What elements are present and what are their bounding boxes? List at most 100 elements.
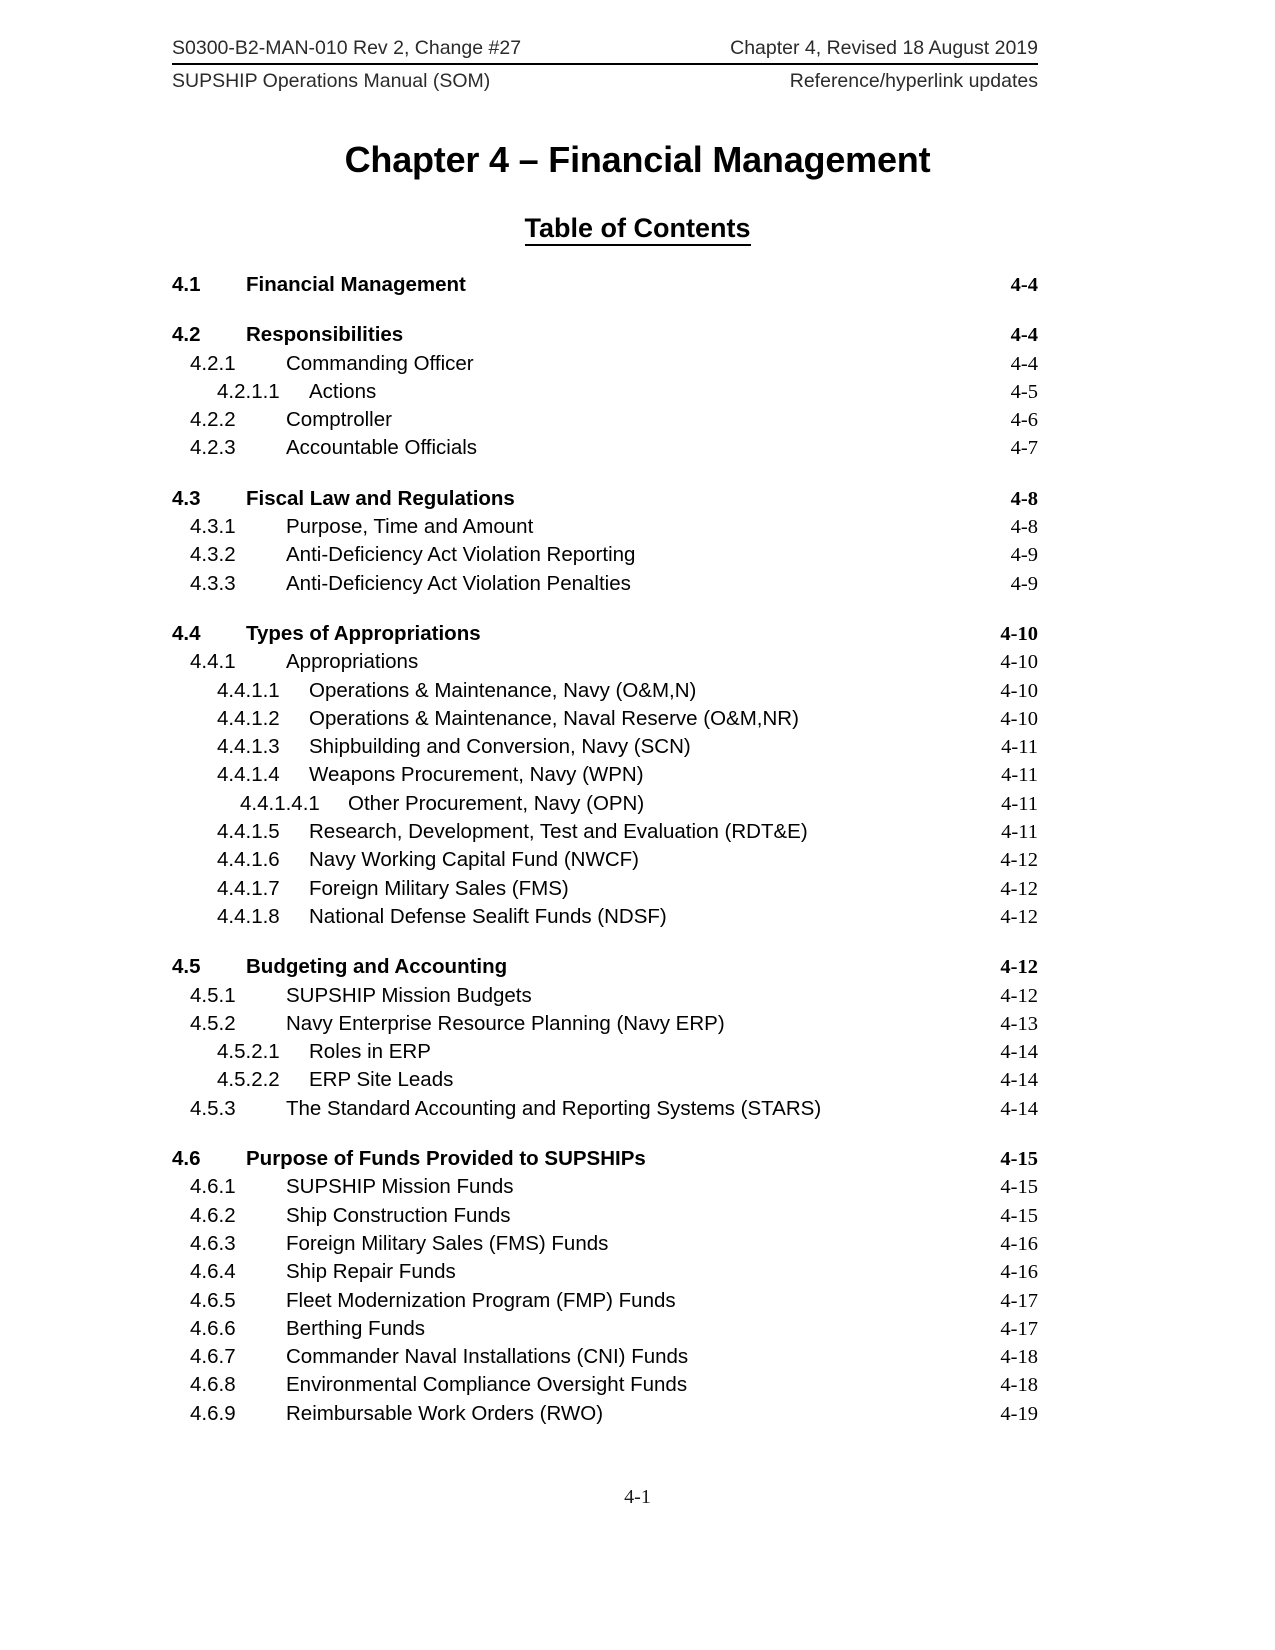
toc-entry[interactable]: 4.5.3 The Standard Accounting and Reporti…	[172, 1095, 1038, 1123]
toc-entry-number: 4.6	[172, 1147, 201, 1171]
toc-entry[interactable]: 4.4.1.1 Operations & Maintenance, Navy (O…	[172, 677, 1038, 705]
toc-entry-label: Accountable Officials	[286, 436, 478, 460]
toc-entry-page: 4-17	[1000, 1289, 1038, 1312]
page-title: Chapter 4 – Financial Management	[344, 139, 931, 180]
toc-entry[interactable]: 4.6.5 Fleet Modernization Program (FMP) F…	[172, 1287, 1038, 1315]
toc-entry-number: 4.2.1	[190, 351, 236, 375]
toc-entry[interactable]: 4.5.1 SUPSHIP Mission Budgets 4-12	[172, 982, 1038, 1010]
toc-entry-number: 4.4.1.4.1	[240, 791, 320, 815]
toc-entry-number: 4.4.1.1	[217, 678, 280, 702]
toc-entry-number: 4.4.1	[190, 650, 236, 674]
toc-entry[interactable]: 4.6.9 Reimbursable Work Orders (RWO) 4-19	[172, 1400, 1038, 1428]
toc-entry-number: 4.4.1.6	[217, 848, 280, 872]
toc-entry[interactable]: 4.4.1.4 Weapons Procurement, Navy (WPN) 4-…	[172, 761, 1038, 789]
toc-entry-page: 4-5	[1010, 380, 1038, 403]
toc-entry-page: 4-11	[1001, 736, 1038, 759]
header-document-id: S0300-B2-MAN-010 Rev 2, Change #27	[172, 37, 522, 59]
toc-entry-page: 4-8	[1010, 487, 1038, 510]
toc-entry-page: 4-4	[1010, 352, 1038, 375]
toc-entry[interactable]: 4.6.7 Commander Naval Installations (CNI)…	[172, 1343, 1038, 1371]
toc-entry-label: Types of Appropriations	[246, 621, 481, 645]
toc-entry[interactable]: 4.4.1.8 National Defense Sealift Funds (N…	[172, 903, 1038, 931]
toc-entry-label: Environmental Compliance Oversight Funds	[286, 1373, 688, 1397]
toc-entry[interactable]: 4.3 Fiscal Law and Regulations 4-8	[172, 485, 1038, 513]
toc-entry-label: Ship Construction Funds	[286, 1203, 511, 1227]
toc-entry[interactable]: 4.4.1.4.1 Other Procurement, Navy (OPN) 4-…	[172, 790, 1038, 818]
toc-entry[interactable]: 4.5 Budgeting and Accounting 4-12	[172, 953, 1038, 981]
toc-entry-number: 4.2.3	[190, 436, 236, 460]
toc-entry-page: 4-19	[1000, 1402, 1038, 1425]
toc-entry[interactable]: 4.6.1 SUPSHIP Mission Funds 4-15	[172, 1173, 1038, 1201]
toc-entry-label: Berthing Funds	[286, 1316, 426, 1340]
toc-entry-label: Weapons Procurement, Navy (WPN)	[309, 763, 644, 787]
toc-entry[interactable]: 4.2 Responsibilities 4-4	[172, 321, 1038, 349]
toc-entry[interactable]: 4.4.1 Appropriations 4-10	[172, 648, 1038, 676]
toc-entry-number: 4.6.6	[190, 1316, 236, 1340]
toc-entry-number: 4.4	[172, 621, 201, 645]
toc-entry-label: Fleet Modernization Program (FMP) Funds	[286, 1288, 676, 1312]
toc-entry-number: 4.5.2.1	[217, 1040, 280, 1064]
toc-entry-page: 4-6	[1010, 409, 1038, 432]
toc-entry[interactable]: 4.4.1.2 Operations & Maintenance, Naval R…	[172, 705, 1038, 733]
toc-entry-page: 4-12	[1000, 877, 1038, 900]
toc-entry-number: 4.6.2	[190, 1203, 236, 1227]
toc-entry-label: Other Procurement, Navy (OPN)	[348, 791, 645, 815]
footer-page-number: 4-1	[624, 1486, 651, 1508]
toc-entry[interactable]: 4.6.4 Ship Repair Funds 4-16	[172, 1258, 1038, 1286]
toc-entry-label: Foreign Military Sales (FMS) Funds	[286, 1231, 609, 1255]
toc-entry-label: Shipbuilding and Conversion, Navy (SCN)	[309, 735, 691, 759]
toc-entry-page: 4-10	[1000, 679, 1038, 702]
toc-entry-page: 4-17	[1000, 1317, 1038, 1340]
toc-entry[interactable]: 4.4.1.7 Foreign Military Sales (FMS) 4-12	[172, 875, 1038, 903]
toc-entry[interactable]: 4.4 Types of Appropriations 4-10	[172, 620, 1038, 648]
toc-entry[interactable]: 4.2.1 Commanding Officer 4-4	[172, 350, 1038, 378]
toc-entry-page: 4-12	[1000, 956, 1038, 979]
toc-entry-number: 4.3	[172, 486, 201, 510]
toc-entry-label: Foreign Military Sales (FMS)	[309, 876, 569, 900]
toc-entry-label: SUPSHIP Mission Budgets	[286, 983, 532, 1007]
toc-entry-number: 4.4.1.4	[217, 763, 280, 787]
toc-entry-number: 4.2.2	[190, 408, 236, 432]
toc-entry[interactable]: 4.4.1.5 Research, Development, Test and E…	[172, 818, 1038, 846]
toc-entry-label: Ship Repair Funds	[286, 1260, 456, 1284]
toc-entry[interactable]: 4.4.1.3 Shipbuilding and Conversion, Navy…	[172, 733, 1038, 761]
toc-entry-label: Appropriations	[286, 650, 419, 674]
toc-entry-page: 4-15	[1000, 1204, 1038, 1227]
toc-entry[interactable]: 4.5.2.2 ERP Site Leads 4-14	[172, 1066, 1038, 1094]
toc-entry-page: 4-9	[1010, 544, 1038, 567]
toc-entry-label: Operations & Maintenance, Naval Reserve …	[309, 706, 799, 730]
toc-entry[interactable]: 4.6.8 Environmental Compliance Oversight …	[172, 1371, 1038, 1399]
toc-heading: Table of Contents	[0, 213, 1275, 246]
toc-entry[interactable]: 4.6 Purpose of Funds Provided to SUPSHIPs…	[172, 1145, 1038, 1173]
toc-entry[interactable]: 4.5.2 Navy Enterprise Resource Planning (…	[172, 1010, 1038, 1038]
toc-entry[interactable]: 4.3.2 Anti-Deficiency Act Violation Repor…	[172, 541, 1038, 569]
toc-entry-label: Navy Working Capital Fund (NWCF)	[309, 848, 639, 872]
document-page: S0300-B2-MAN-010 Rev 2, Change #27 Chapt…	[0, 0, 1275, 1650]
toc-entry-number: 4.4.1.3	[217, 735, 280, 759]
toc-entry-label: Actions	[309, 379, 377, 403]
toc-entry[interactable]: 4.2.1.1 Actions 4-5	[172, 378, 1038, 406]
toc-entry-label: SUPSHIP Mission Funds	[286, 1175, 514, 1199]
toc-entry[interactable]: 4.3.3 Anti-Deficiency Act Violation Penal…	[172, 570, 1038, 598]
toc-entry-page: 4-7	[1010, 437, 1038, 460]
toc-entry[interactable]: 4.1 Financial Management 4-4	[172, 271, 1038, 299]
toc-entry[interactable]: 4.2.3 Accountable Officials 4-7	[172, 434, 1038, 462]
toc-entry-label: Commander Naval Installations (CNI) Fund…	[286, 1345, 689, 1369]
header-change-note: Reference/hyperlink updates	[789, 70, 1038, 92]
toc-entry-page: 4-12	[1000, 984, 1038, 1007]
toc-entry-number: 4.1	[172, 273, 201, 296]
toc-entry-label: Commanding Officer	[286, 351, 474, 375]
toc-entry-page: 4-16	[1000, 1232, 1038, 1255]
toc-entry[interactable]: 4.6.3 Foreign Military Sales (FMS) Funds 4…	[172, 1230, 1038, 1258]
toc-entry-label: The Standard Accounting and Reporting Sy…	[286, 1096, 822, 1120]
toc-entry[interactable]: 4.3.1 Purpose, Time and Amount 4-8	[172, 513, 1038, 541]
toc-entry-number: 4.6.4	[190, 1260, 236, 1284]
toc-entry[interactable]: 4.2.2 Comptroller 4-6	[172, 406, 1038, 434]
toc-entry-label: Purpose of Funds Provided to SUPSHIPs	[246, 1147, 646, 1171]
toc-entry[interactable]: 4.6.6 Berthing Funds 4-17	[172, 1315, 1038, 1343]
toc-entry-page: 4-8	[1010, 516, 1038, 539]
toc-entry[interactable]: 4.6.2 Ship Construction Funds 4-15	[172, 1202, 1038, 1230]
toc-entry-label: Financial Management	[246, 273, 466, 296]
toc-entry[interactable]: 4.5.2.1 Roles in ERP 4-14	[172, 1038, 1038, 1066]
toc-entry[interactable]: 4.4.1.6 Navy Working Capital Fund (NWCF) 4…	[172, 846, 1038, 874]
